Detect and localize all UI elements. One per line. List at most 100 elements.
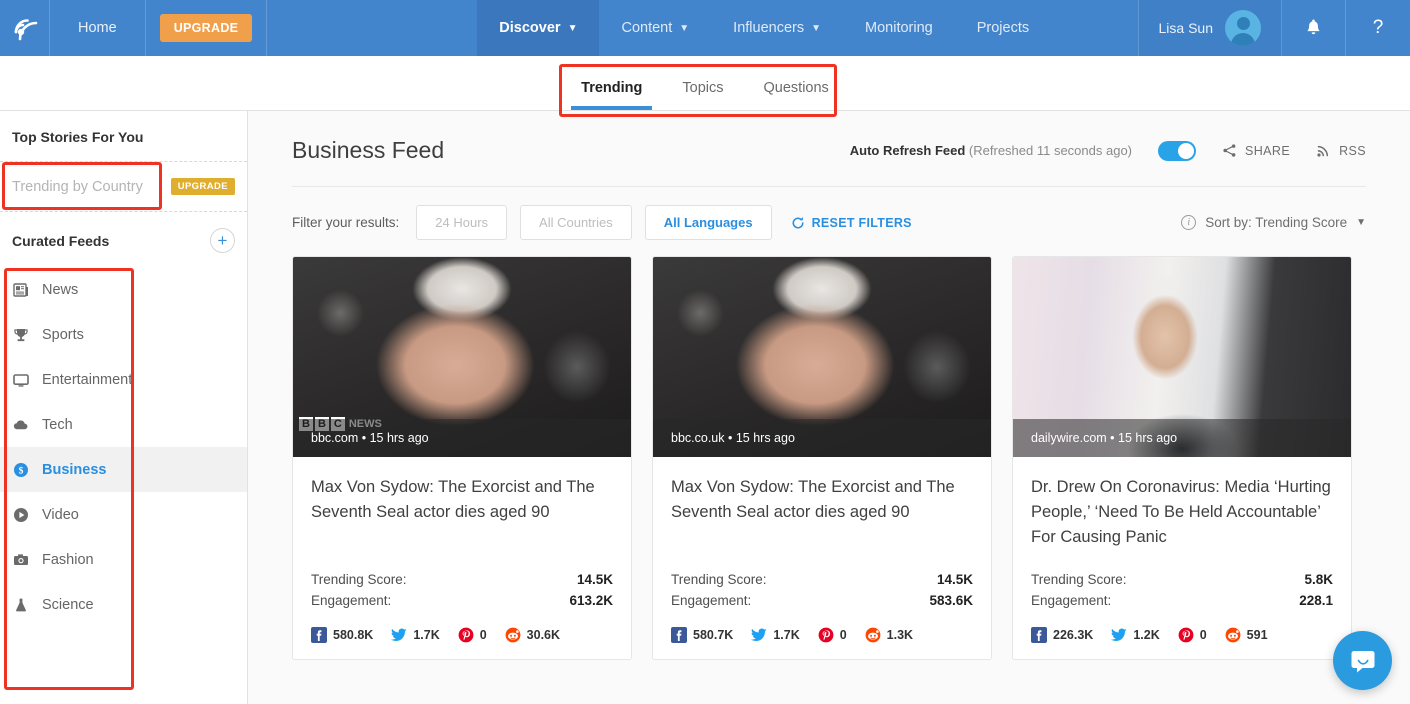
trending-score-row: Trending Score: 14.5K [671,569,973,590]
tv-icon [12,371,29,388]
reddit-value: 1.3K [886,628,914,642]
nav-content[interactable]: Content ▼ [599,0,711,56]
auto-refresh-label: Auto Refresh Feed (Refreshed 11 seconds … [850,143,1132,158]
user-name-label: Lisa Sun [1158,20,1213,36]
nav-discover-label: Discover [499,20,561,36]
reddit-value: 30.6K [526,628,561,642]
sidebar-item-label: Entertainment [42,371,133,388]
facebook-icon [1031,627,1047,643]
tab-trending[interactable]: Trending [561,56,662,110]
sidebar-item-sports[interactable]: Sports [0,312,247,357]
sidebar-item-tech[interactable]: Tech [0,402,247,447]
flask-icon [12,596,29,613]
card-body: Dr. Drew On Coronavirus: Media ‘Hurting … [1013,457,1351,569]
card-image: BBCNEWS bbc.com • 15 hrs ago [293,257,631,457]
feed-card[interactable]: dailywire.com • 15 hrs ago Dr. Drew On C… [1012,256,1352,660]
app-logo[interactable] [0,0,50,56]
card-social-row: 226.3K 1.2K 0 591 [1013,611,1351,659]
nav-home[interactable]: Home [50,0,146,56]
card-source: bbc.co.uk • 15 hrs ago [653,419,991,457]
nav-influencers-label: Influencers [733,20,805,36]
sidebar-item-fashion[interactable]: Fashion [0,537,247,582]
curated-feeds-header: Curated Feeds + [0,212,247,267]
chevron-down-icon: ▼ [811,22,822,34]
twitter-value: 1.7K [773,628,800,642]
sidebar-item-business[interactable]: $ Business [0,447,247,492]
reddit-stat: 30.6K [505,627,560,643]
reset-filters-button[interactable]: RESET FILTERS [791,216,912,230]
share-label: SHARE [1245,143,1291,158]
auto-refresh-toggle[interactable] [1158,140,1197,161]
engagement-row: Engagement: 583.6K [671,590,973,611]
trending-by-country-row[interactable]: Trending by Country UPGRADE [0,162,247,211]
facebook-value: 226.3K [1053,628,1094,642]
card-image: bbc.co.uk • 15 hrs ago [653,257,991,457]
sidebar-item-entertainment[interactable]: Entertainment [0,357,247,402]
filter-languages[interactable]: All Languages [644,205,772,240]
feed-card[interactable]: bbc.co.uk • 15 hrs ago Max Von Sydow: Th… [652,256,992,660]
sub-tabs: Trending Topics Questions [561,56,849,110]
chat-support-button[interactable] [1333,631,1392,690]
trophy-icon [12,326,29,343]
main-content: Business Feed Auto Refresh Feed (Refresh… [248,111,1410,704]
rss-icon [1317,145,1329,157]
reset-filters-label: RESET FILTERS [811,215,912,230]
filter-label: Filter your results: [292,215,400,230]
newspaper-icon [12,281,29,298]
upgrade-button[interactable]: UPGRADE [159,14,253,42]
sidebar-item-news[interactable]: News [0,267,247,312]
trending-score-value: 14.5K [936,572,973,587]
notifications-button[interactable] [1282,0,1346,56]
play-circle-icon [12,506,29,523]
top-stories-title: Top Stories For You [12,129,144,145]
page-body: Top Stories For You Trending by Country … [0,111,1410,704]
facebook-value: 580.8K [333,628,374,642]
sidebar-item-label: Tech [42,416,73,433]
share-button[interactable]: SHARE [1222,143,1290,158]
nav-monitoring[interactable]: Monitoring [843,0,955,56]
reddit-icon [505,627,521,643]
rss-broadcast-logo-icon [14,19,37,41]
tab-topics[interactable]: Topics [662,56,743,110]
engagement-row: Engagement: 613.2K [311,590,613,611]
sort-dropdown[interactable]: i Sort by: Trending Score ▼ [1181,215,1366,230]
engagement-value: 583.6K [929,593,973,608]
upgrade-badge[interactable]: UPGRADE [170,178,235,195]
twitter-stat: 1.7K [751,627,800,643]
sidebar-item-video[interactable]: Video [0,492,247,537]
twitter-stat: 1.7K [391,627,440,643]
engagement-label: Engagement: [671,593,752,608]
nav-discover[interactable]: Discover ▼ [477,0,600,56]
card-source: bbc.com • 15 hrs ago [293,419,631,457]
top-navigation-bar: Home UPGRADE Discover ▼ Content ▼ Influe… [0,0,1410,56]
trending-score-value: 14.5K [576,572,613,587]
chat-bubble-icon [1351,650,1374,672]
trending-score-label: Trending Score: [311,572,407,587]
help-button[interactable]: ? [1346,0,1410,56]
feed-card[interactable]: BBCNEWS bbc.com • 15 hrs ago Max Von Syd… [292,256,632,660]
filter-countries[interactable]: All Countries [520,205,632,240]
facebook-icon [311,627,327,643]
pinterest-icon [458,627,474,643]
rss-button[interactable]: RSS [1316,143,1366,158]
page-title: Business Feed [292,137,445,163]
pinterest-value: 0 [839,628,847,642]
card-image: dailywire.com • 15 hrs ago [1013,257,1351,457]
user-menu[interactable]: Lisa Sun [1137,0,1282,56]
sidebar-item-science[interactable]: Science [0,582,247,627]
card-social-row: 580.7K 1.7K 0 1.3K [653,611,991,659]
tab-questions[interactable]: Questions [744,56,849,110]
sidebar-item-label: Fashion [42,551,94,568]
plus-icon[interactable]: + [210,228,235,253]
pinterest-value: 0 [1199,628,1207,642]
chevron-down-icon: ▼ [679,22,690,34]
nav-projects[interactable]: Projects [955,0,1051,56]
sub-tabs-bar: Trending Topics Questions [0,56,1410,111]
card-body: Max Von Sydow: The Exorcist and The Seve… [293,457,631,569]
trending-score-row: Trending Score: 5.8K [1031,569,1333,590]
facebook-stat: 580.7K [671,627,733,643]
nav-influencers[interactable]: Influencers ▼ [711,0,843,56]
facebook-value: 580.7K [693,628,734,642]
filter-time-range[interactable]: 24 Hours [416,205,508,240]
